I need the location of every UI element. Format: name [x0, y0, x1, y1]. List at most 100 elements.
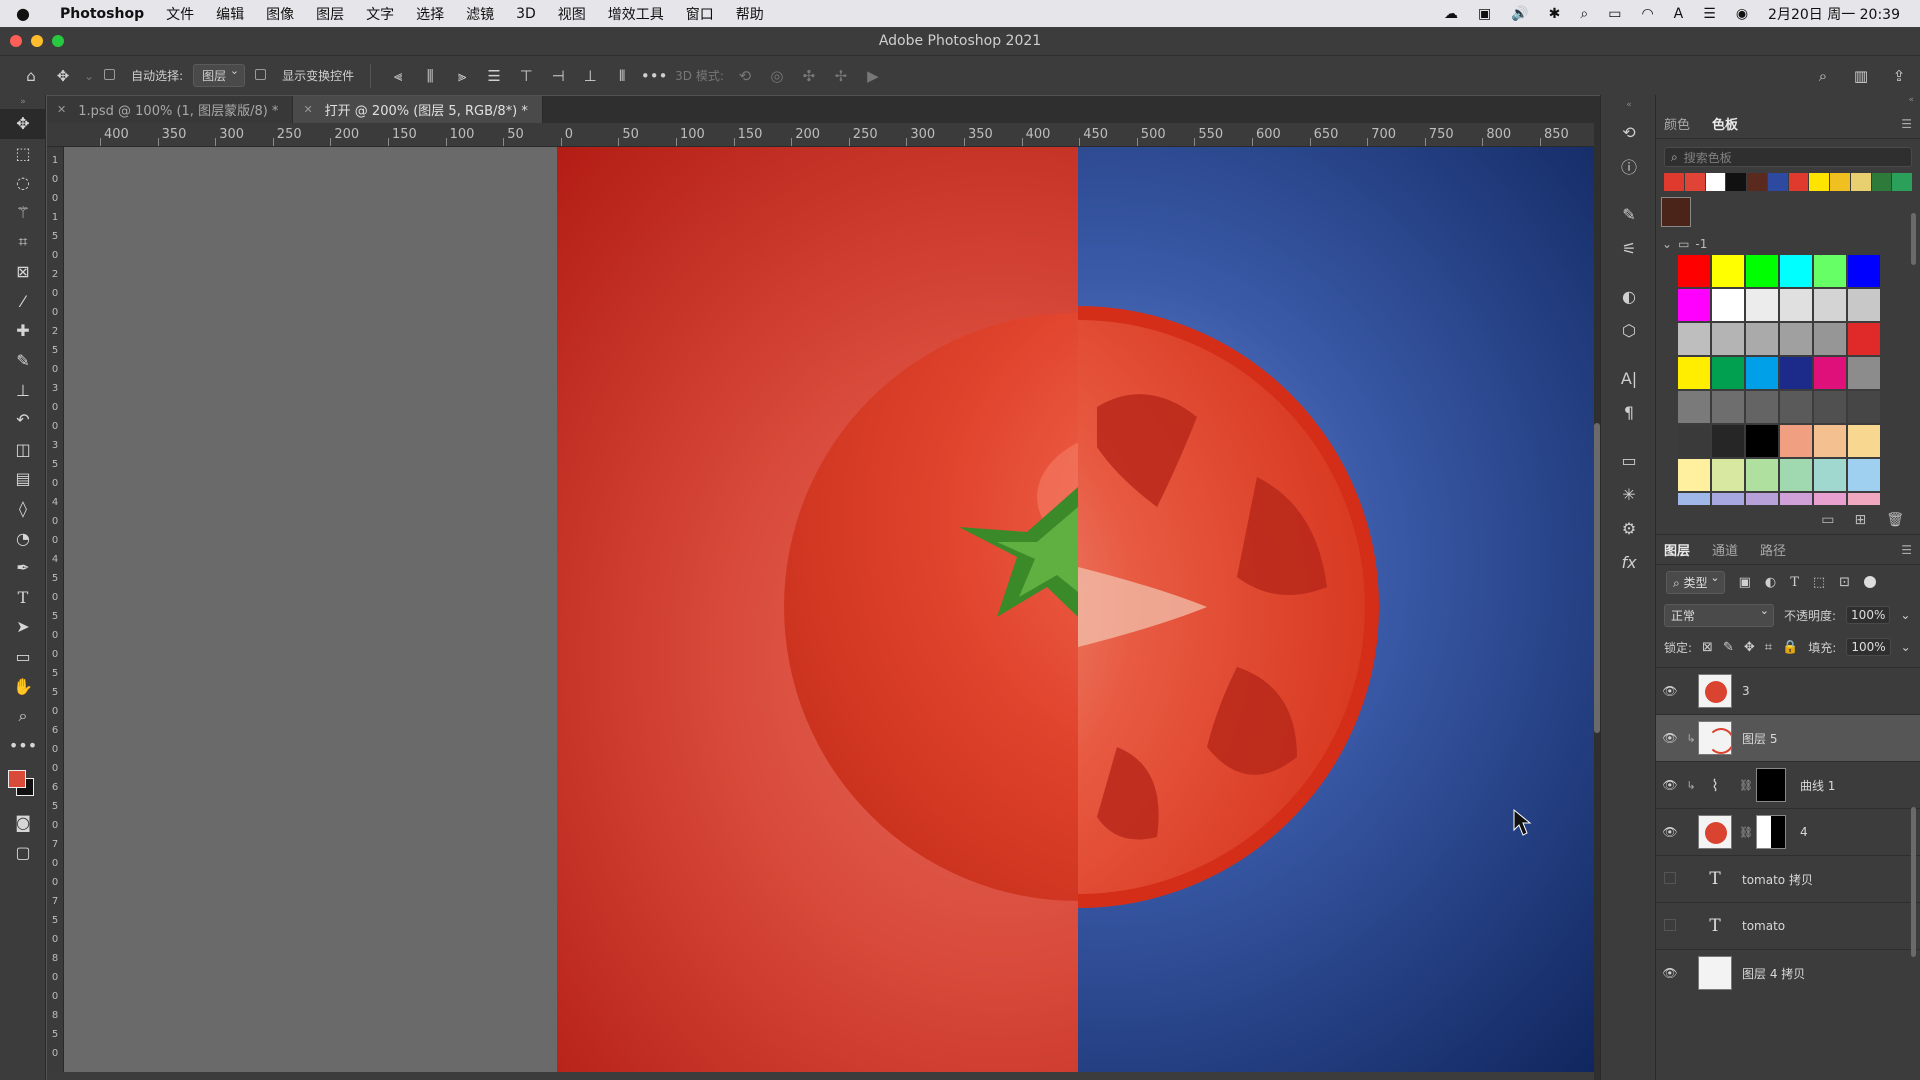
foreground-color-swatch[interactable]	[8, 770, 26, 789]
swatch[interactable]	[1678, 255, 1710, 287]
tab-channels[interactable]: 通道	[1712, 540, 1738, 559]
swatch[interactable]	[1712, 323, 1744, 355]
layer-row[interactable]: 👁 3	[1656, 667, 1920, 714]
link-icon[interactable]: ⛓	[1739, 779, 1753, 792]
panel-menu-icon[interactable]: ☰	[1901, 117, 1912, 131]
align-right-icon[interactable]: ⫸	[451, 65, 473, 87]
menu-image[interactable]: 图像	[255, 4, 305, 24]
healing-brush-tool-icon[interactable]: ✚	[0, 316, 46, 346]
swatch[interactable]	[1712, 493, 1744, 505]
frame-tool-icon[interactable]: ⊠	[0, 257, 46, 287]
recent-swatch[interactable]	[1830, 173, 1850, 191]
swatch[interactable]	[1848, 459, 1880, 491]
pen-tool-icon[interactable]: ✒	[0, 553, 46, 583]
wechat-icon[interactable]: ▣	[1478, 6, 1491, 22]
recent-swatch[interactable]	[1705, 173, 1726, 191]
minimize-window-button[interactable]	[31, 35, 43, 47]
swatch[interactable]	[1814, 323, 1846, 355]
recent-swatch[interactable]	[1726, 173, 1746, 191]
tab-swatches[interactable]: 色板	[1712, 114, 1738, 133]
share-icon[interactable]: ⇪	[1888, 65, 1910, 87]
volume-icon[interactable]: 🔊	[1511, 6, 1528, 22]
fill-input[interactable]: 100%	[1846, 638, 1891, 656]
swatch[interactable]	[1814, 391, 1846, 423]
chevron-down-icon[interactable]: ⌄	[84, 69, 94, 83]
recent-swatch[interactable]	[1850, 173, 1871, 191]
menubar-clock[interactable]: 2月20日 周一 20:39	[1768, 4, 1900, 24]
menu-plugins[interactable]: 增效工具	[597, 4, 675, 24]
swatch[interactable]	[1746, 323, 1778, 355]
pixel-filter-icon[interactable]: ▣	[1739, 575, 1751, 590]
visibility-eye-icon[interactable]: 👁	[1656, 966, 1684, 980]
recent-swatch[interactable]	[1892, 173, 1912, 191]
new-swatch-icon[interactable]: ⊞	[1854, 512, 1866, 528]
swatch[interactable]	[1780, 323, 1812, 355]
canvas-area[interactable]	[64, 147, 1594, 1072]
distribute-vertical-icon[interactable]: ☰	[483, 65, 505, 87]
current-swatch[interactable]	[1661, 197, 1691, 227]
move-tool-preset-icon[interactable]: ✥	[52, 65, 74, 87]
swatch[interactable]	[1848, 493, 1880, 505]
swatch[interactable]	[1678, 323, 1710, 355]
3d-pan-icon[interactable]: ✣	[798, 65, 820, 87]
swatch[interactable]	[1814, 289, 1846, 321]
layer-row[interactable]: T tomato	[1656, 902, 1920, 949]
history-panel-icon[interactable]: ⟲	[1601, 115, 1657, 149]
swatch[interactable]	[1678, 493, 1710, 505]
visibility-toggle[interactable]	[1656, 872, 1684, 887]
3d-slide-icon[interactable]: ✢	[830, 65, 852, 87]
hand-tool-icon[interactable]: ✋	[0, 671, 46, 701]
zoom-tool-icon[interactable]: ⌕	[0, 701, 46, 731]
tab-color[interactable]: 颜色	[1664, 114, 1690, 133]
search-icon[interactable]: ⌕	[1812, 65, 1834, 87]
menu-view[interactable]: 视图	[547, 4, 597, 24]
stamp-tool-icon[interactable]: ⊥	[0, 375, 46, 405]
layer-mask-thumbnail[interactable]	[1755, 815, 1786, 849]
collapse-icon[interactable]: «	[1601, 95, 1657, 115]
blur-tool-icon[interactable]: ◊	[0, 494, 46, 524]
glyphs-icon[interactable]: ✳	[1601, 477, 1657, 511]
tab-layers[interactable]: 图层	[1664, 540, 1690, 559]
swatch[interactable]	[1848, 323, 1880, 355]
layer-name[interactable]: 图层 5	[1742, 730, 1777, 747]
crop-tool-icon[interactable]: ⌗	[0, 227, 46, 257]
3d-roll-icon[interactable]: ◎	[766, 65, 788, 87]
paragraph-panel-icon[interactable]: ¶	[1601, 395, 1657, 429]
tab-paths[interactable]: 路径	[1760, 540, 1786, 559]
menu-file[interactable]: 文件	[155, 4, 205, 24]
horizontal-ruler[interactable]: 400 350 300 250 200 150 100 50 0 50 100 150 200 250 30…	[64, 123, 1594, 147]
zoom-window-button[interactable]	[52, 35, 64, 47]
menu-edit[interactable]: 编辑	[205, 4, 255, 24]
distribute-horizontal-icon[interactable]: ⦀	[611, 65, 633, 87]
swatch[interactable]	[1746, 357, 1778, 389]
swatch[interactable]	[1848, 357, 1880, 389]
more-options-icon[interactable]: •••	[641, 65, 668, 87]
swatch[interactable]	[1678, 425, 1710, 457]
layer-mask-thumbnail[interactable]	[1755, 768, 1786, 802]
recent-swatch[interactable]	[1809, 173, 1829, 191]
control-center-icon[interactable]: ☰	[1703, 6, 1716, 22]
dodge-tool-icon[interactable]: ◔	[0, 523, 46, 553]
bluetooth-icon[interactable]: ✱	[1549, 6, 1561, 22]
layer-name[interactable]: 3	[1742, 684, 1750, 698]
panel-menu-icon[interactable]: ☰	[1901, 543, 1912, 557]
workspace-icon[interactable]: ▥	[1850, 65, 1872, 87]
type-tool-icon[interactable]: T	[0, 583, 46, 613]
swatch[interactable]	[1746, 255, 1778, 287]
swatch[interactable]	[1848, 255, 1880, 287]
lasso-tool-icon[interactable]: ◌	[0, 168, 46, 198]
recent-swatch[interactable]	[1747, 173, 1767, 191]
swatch[interactable]	[1746, 425, 1778, 457]
visibility-eye-icon[interactable]: 👁	[1656, 825, 1684, 839]
recent-swatch[interactable]	[1684, 173, 1705, 191]
brush-tool-icon[interactable]: ✎	[0, 346, 46, 376]
layer-name[interactable]: 4	[1800, 825, 1808, 839]
adjustments-icon[interactable]: ⚟	[1601, 231, 1657, 265]
input-method-icon[interactable]: A	[1674, 6, 1684, 22]
magic-wand-tool-icon[interactable]: ⚚	[0, 198, 46, 228]
3d-camera-icon[interactable]: ▶	[862, 65, 884, 87]
visibility-toggle[interactable]	[1656, 919, 1684, 934]
new-group-icon[interactable]: ▭	[1821, 512, 1834, 528]
battery-icon[interactable]: ▭	[1608, 6, 1621, 22]
vertical-ruler[interactable]: 1 0 0 1 5 0 2 0 0 2 5 0 3 0 0 3 5 0 4 0 0 4 5 0 5 0 0 5 5 0 6 0 0 6 5 0 7 0 0 7…	[47, 147, 64, 1072]
